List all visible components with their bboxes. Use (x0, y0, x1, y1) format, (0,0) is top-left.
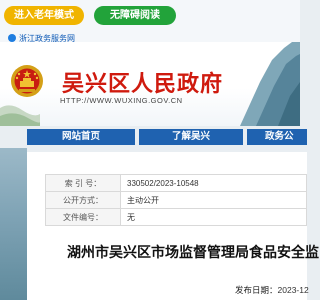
side-scenery (0, 148, 27, 300)
table-row: 索 引 号： 330502/2023-10548 (45, 174, 307, 192)
meta-value: 主动公开 (120, 191, 307, 209)
nav-about-wuxing[interactable]: 了解吴兴 (139, 129, 243, 145)
main-nav: 网站首页 了解吴兴 政务公 (0, 126, 307, 148)
table-row: 文件编号： 无 (45, 208, 307, 226)
nav-home[interactable]: 网站首页 (27, 129, 135, 145)
meta-key: 索 引 号： (45, 174, 121, 192)
site-url: HTTP://WWW.WUXING.GOV.CN (60, 96, 183, 105)
site-name: 吴兴区人民政府 (62, 71, 224, 96)
article-title: 湖州市吴兴区市场监督管理局食品安全监 (67, 244, 319, 260)
meta-value: 330502/2023-10548 (120, 174, 307, 192)
top-utility-bar: 进入老年模式 无障碍阅读 浙江政务服务网 (0, 0, 300, 43)
publish-date: 发布日期：2023-12 (235, 284, 309, 296)
article-panel: 索 引 号： 330502/2023-10548 公开方式： 主动公开 文件编号… (27, 152, 319, 300)
publish-date-label: 发布日期： (235, 285, 278, 295)
meta-value: 无 (120, 208, 307, 226)
left-hills-decoration (0, 105, 40, 126)
national-emblem-icon (11, 65, 43, 97)
table-row: 公开方式： 主动公开 (45, 191, 307, 209)
zj-service-icon (8, 34, 16, 42)
meta-key: 公开方式： (45, 191, 121, 209)
meta-key: 文件编号： (45, 208, 121, 226)
nav-government-affairs[interactable]: 政务公 (247, 129, 307, 145)
barrier-free-button[interactable]: 无障碍阅读 (94, 6, 176, 25)
mountain-decoration (240, 42, 300, 126)
elder-mode-button[interactable]: 进入老年模式 (4, 6, 84, 25)
document-meta-table: 索 引 号： 330502/2023-10548 公开方式： 主动公开 文件编号… (45, 174, 307, 226)
site-header: 吴兴区人民政府 HTTP://WWW.WUXING.GOV.CN (0, 42, 300, 126)
publish-date-value: 2023-12 (277, 285, 309, 295)
